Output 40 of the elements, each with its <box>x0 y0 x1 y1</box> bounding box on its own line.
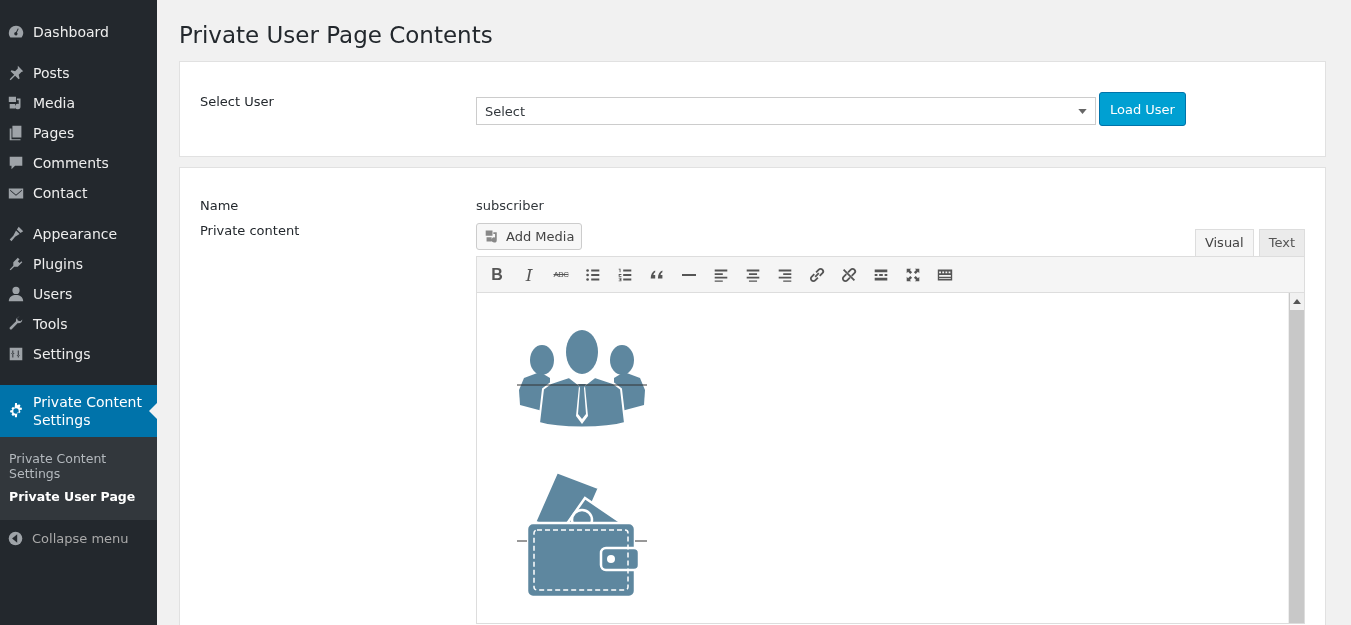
menu-item[interactable]: Appearance <box>0 219 157 249</box>
field-label: Private content <box>200 223 301 238</box>
scroll-up-icon[interactable] <box>1289 293 1304 310</box>
menu-item[interactable]: Settings <box>0 339 157 369</box>
unlink-icon <box>840 265 858 284</box>
menu-item[interactable]: Private Content Settings <box>0 385 157 437</box>
menu-item[interactable]: Tools <box>0 309 157 339</box>
gear-icon <box>7 402 25 420</box>
menu-item[interactable]: Media <box>0 88 157 118</box>
horizontal-line-icon <box>682 273 696 276</box>
menu-item[interactable]: Comments <box>0 148 157 178</box>
sliders-icon <box>7 345 25 363</box>
scrollbar[interactable] <box>1288 293 1304 623</box>
editor-tab[interactable]: Text <box>1258 229 1305 256</box>
field-label: Select User <box>200 94 275 109</box>
user-icon <box>7 285 25 303</box>
italic-button[interactable]: I <box>517 262 541 287</box>
field-label: Name <box>200 198 240 213</box>
brush-icon <box>7 225 25 243</box>
menu-item[interactable]: Pages <box>0 118 157 148</box>
pin-icon <box>7 64 25 82</box>
link-icon <box>808 265 826 284</box>
menu-item[interactable]: Contact <box>0 178 157 208</box>
user-select[interactable]: Select <box>476 97 1096 125</box>
caret-icon <box>1078 108 1087 114</box>
editor-tab[interactable]: Visual <box>1194 229 1254 256</box>
strike-button[interactable]: ABC <box>549 262 573 287</box>
submenu-item[interactable]: Private User Page <box>0 487 157 510</box>
collapse-menu-button[interactable]: Collapse menu <box>0 520 157 557</box>
menu-item[interactable]: Users <box>0 279 157 309</box>
add-media-button[interactable]: Add Media <box>476 223 583 250</box>
plug-icon <box>7 255 25 273</box>
bold-button[interactable]: B <box>485 262 509 287</box>
page-title: Private User Page Contents <box>179 22 494 48</box>
menu-item[interactable]: Dashboard <box>0 17 157 47</box>
submenu-item[interactable]: Private Content Settings <box>0 449 157 487</box>
menu-item[interactable]: Posts <box>0 58 157 88</box>
menu-item[interactable]: Plugins <box>0 249 157 279</box>
collapse-icon <box>7 530 24 547</box>
name-value: subscriber <box>476 198 544 213</box>
